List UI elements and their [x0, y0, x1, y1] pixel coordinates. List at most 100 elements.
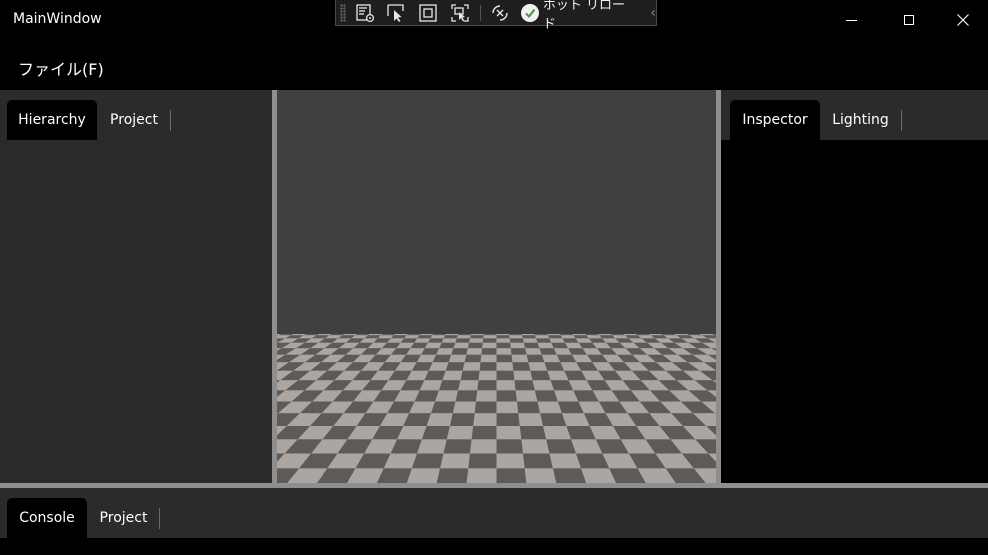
floor-tile	[406, 468, 441, 484]
track-focus-button[interactable]	[447, 2, 473, 24]
floor-tile	[278, 334, 294, 336]
floor-tile	[534, 334, 548, 336]
tab-inspector[interactable]: Inspector	[730, 100, 820, 140]
tab-project[interactable]: Project	[97, 100, 171, 140]
floor-tile	[443, 335, 458, 339]
floor-tile	[393, 334, 408, 336]
floor-tile	[455, 338, 471, 343]
floor-tile	[428, 338, 444, 343]
inspector-content[interactable]	[721, 140, 988, 484]
minimize-button[interactable]	[822, 0, 880, 40]
xaml-debug-toolbar: ホット リロード ‹	[335, 0, 657, 32]
tab-project[interactable]: Project	[87, 498, 160, 538]
select-element-icon	[387, 3, 405, 22]
floor-tile	[514, 380, 535, 391]
floor-tile	[547, 334, 561, 336]
floor-tile	[470, 334, 484, 336]
maximize-icon	[904, 15, 914, 25]
floor-tile	[483, 334, 497, 336]
floor-tile	[560, 335, 576, 339]
live-visual-tree-button[interactable]	[352, 2, 378, 24]
tab-lighting[interactable]: Lighting	[820, 100, 901, 140]
tab-hierarchy[interactable]: Hierarchy	[7, 100, 97, 140]
floor-tile	[417, 335, 433, 339]
checkered-floor	[277, 334, 716, 484]
track-focus-icon	[451, 3, 469, 22]
floor-tile	[521, 439, 550, 454]
floor-tile	[540, 413, 567, 426]
floor-tile	[316, 334, 332, 336]
hierarchy-content[interactable]	[0, 140, 272, 484]
floor-tile	[411, 453, 444, 469]
floor-tile	[552, 468, 587, 484]
floor-tile	[436, 468, 469, 484]
right-tab-strip: Inspector Lighting	[721, 90, 988, 140]
tab-console[interactable]: Console	[7, 498, 87, 538]
floor-tile	[530, 370, 551, 381]
bottom-tab-strip: Console Project	[0, 488, 988, 538]
floor-tile	[467, 342, 483, 349]
floor-tile	[636, 334, 651, 336]
binding-failures-button[interactable]	[487, 2, 513, 24]
floor-tile	[496, 335, 510, 339]
floor-tile	[469, 338, 484, 343]
close-icon	[957, 14, 969, 26]
floor-tile	[511, 354, 529, 363]
close-button[interactable]	[938, 0, 988, 40]
floor-tile	[419, 334, 433, 336]
floor-tile	[342, 334, 357, 336]
floor-tile	[648, 334, 664, 336]
check-circle-icon	[521, 3, 539, 22]
floor-tile	[537, 342, 554, 349]
floor-tile	[453, 342, 470, 349]
floor-tile	[496, 338, 511, 343]
floor-tile	[431, 401, 456, 414]
floor-tile	[355, 334, 370, 336]
floor-tile	[524, 468, 557, 484]
console-content[interactable]	[0, 538, 988, 555]
scene-viewport[interactable]	[277, 90, 716, 484]
floor-tile	[496, 413, 520, 426]
floor-tile	[496, 380, 516, 391]
floor-tile	[598, 334, 613, 336]
display-layout-adorners-button[interactable]	[415, 2, 441, 24]
floor-tile	[509, 335, 523, 339]
floor-tile	[525, 348, 542, 355]
collapse-toolbar-chevron-icon[interactable]: ‹	[650, 5, 656, 21]
left-tab-strip: Hierarchy Project	[0, 90, 272, 140]
floor-tile	[466, 468, 497, 484]
floor-tile	[532, 380, 555, 391]
floor-tile	[470, 335, 484, 339]
floor-tile	[290, 334, 307, 336]
floor-tile	[329, 334, 345, 336]
floor-tile	[549, 453, 582, 469]
floor-tile	[380, 334, 395, 336]
floor-tile	[699, 334, 715, 336]
select-element-button[interactable]	[384, 2, 410, 24]
menu-file[interactable]: ファイル(F)	[18, 56, 104, 80]
maximize-button[interactable]	[880, 0, 938, 40]
floor-tile	[573, 335, 589, 339]
floor-tile	[479, 362, 497, 371]
floor-tile	[303, 334, 319, 336]
floor-tile	[458, 380, 479, 391]
display-layout-adorners-icon	[419, 3, 437, 22]
tab-label: Hierarchy	[18, 112, 86, 128]
tab-label: Lighting	[832, 112, 889, 128]
floor-tile	[517, 401, 541, 414]
tab-divider	[159, 508, 160, 529]
floor-tile	[455, 390, 478, 402]
floor-tile	[510, 348, 527, 355]
hot-reload-status[interactable]: ホット リロード ‹	[521, 0, 656, 32]
floor-tile	[496, 348, 512, 355]
toolbar-grip-handle[interactable]	[340, 3, 346, 22]
floor-tile	[421, 426, 450, 440]
floor-tile	[483, 335, 497, 339]
floor-tile	[476, 390, 497, 402]
floor-tile	[528, 362, 548, 371]
floor-tile	[585, 334, 600, 336]
floor-tile	[560, 334, 574, 336]
floor-tile	[440, 453, 470, 469]
floor-tile	[572, 334, 587, 336]
floor-tile	[510, 342, 526, 349]
